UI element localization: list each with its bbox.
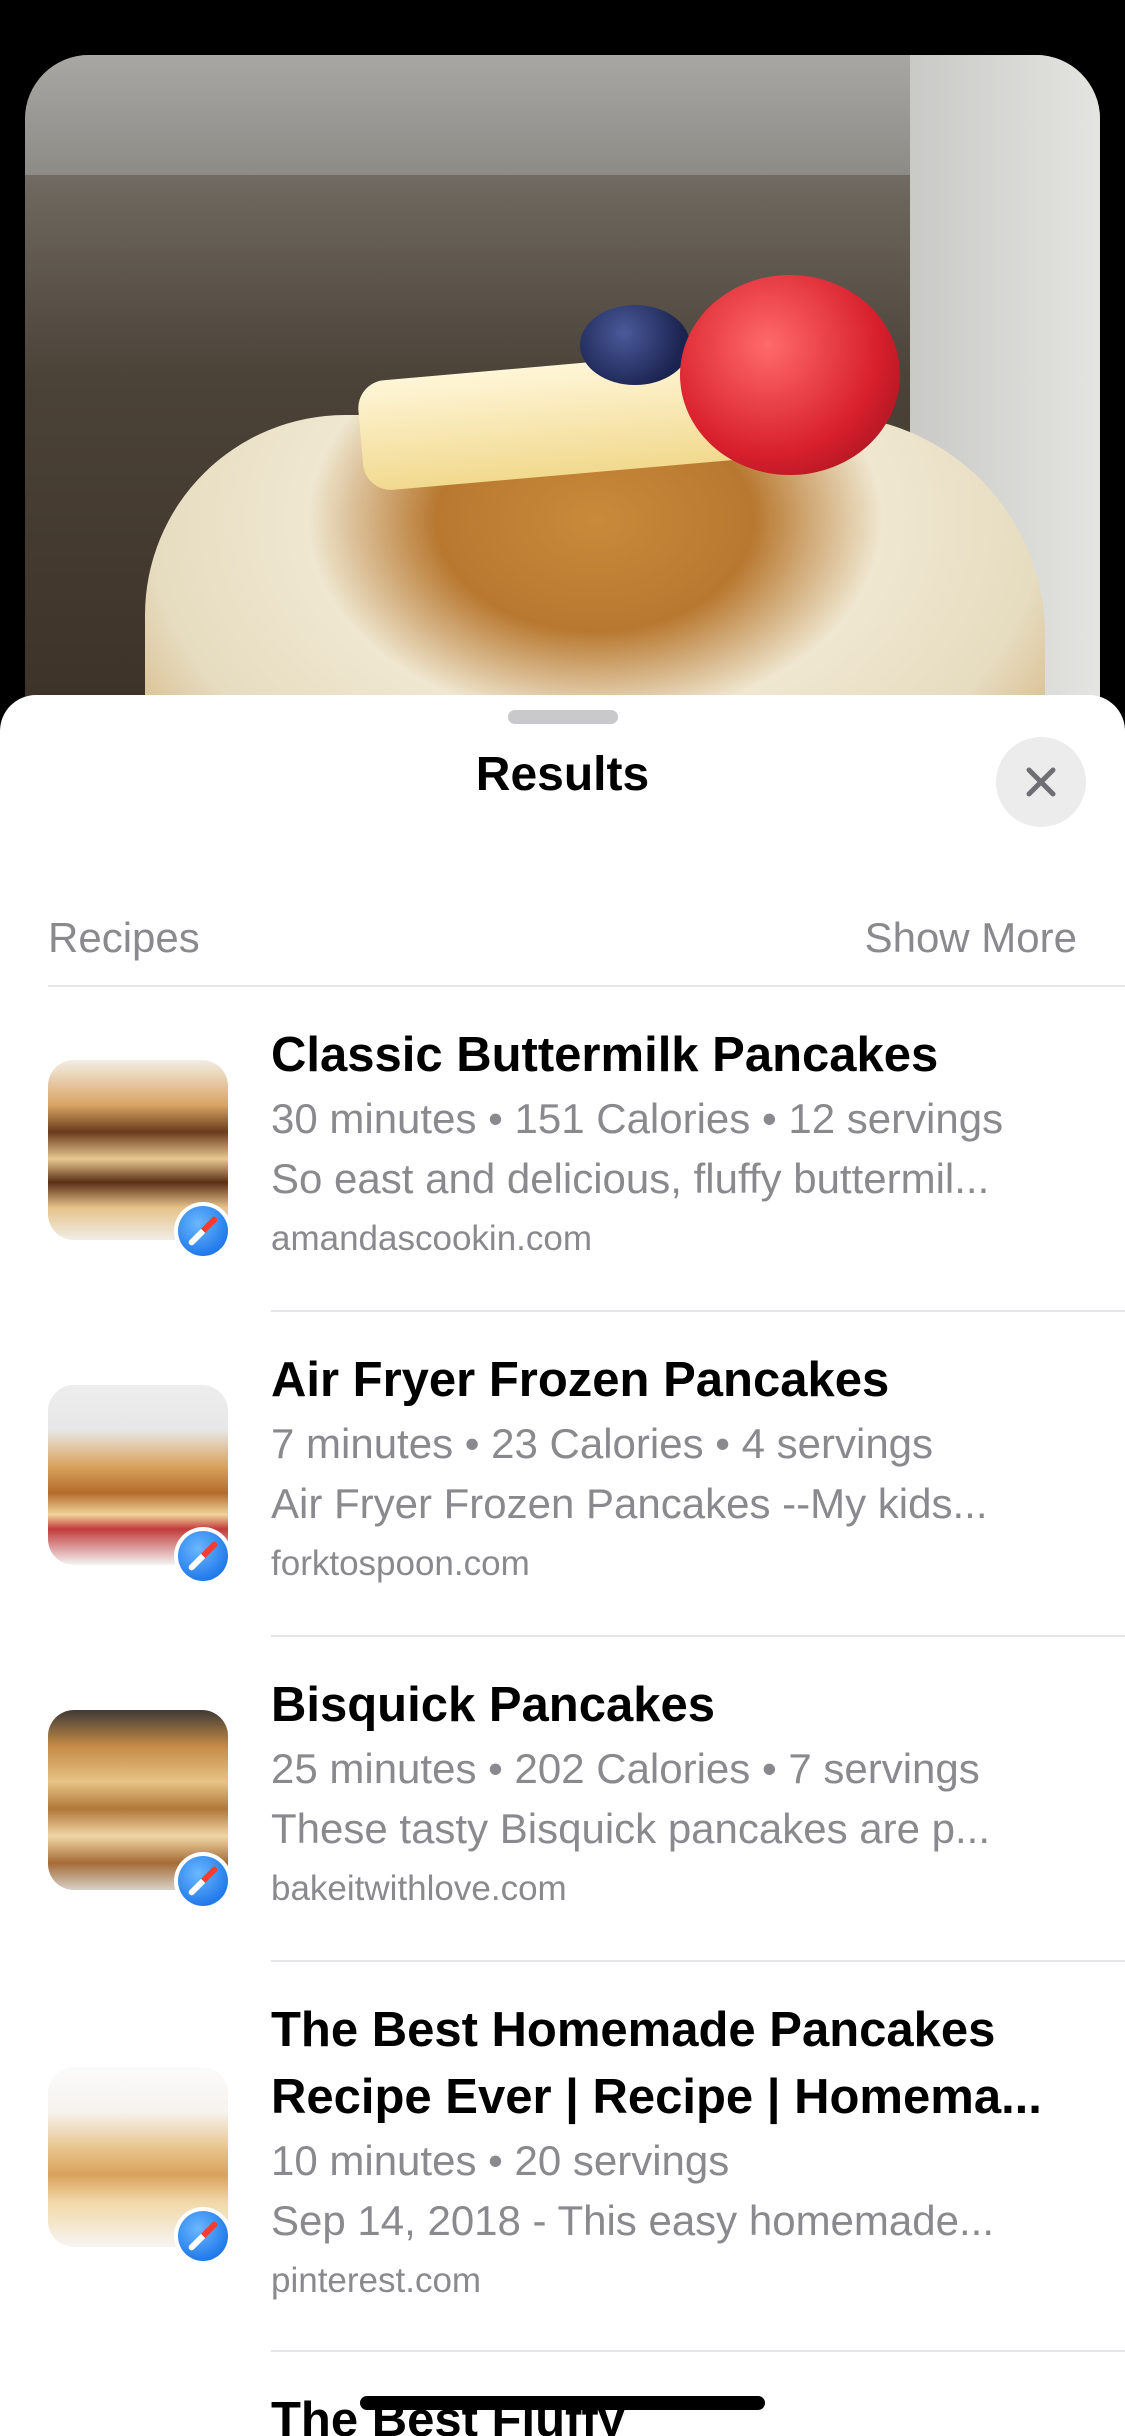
recipe-result-text: The Best Homemade Pancakes Recipe Ever |… — [271, 1997, 1077, 2311]
recipe-source[interactable]: forktospoon.com — [271, 1534, 1077, 1594]
results-sheet: Results Recipes Show More Classic Butter… — [0, 695, 1125, 2436]
photo-raspberry — [680, 275, 900, 475]
recipe-meta: 25 minutes • 202 Calories • 7 servings — [271, 1745, 980, 1792]
recipe-title-line-1: The Best Homemade Pancakes — [271, 2003, 996, 2057]
query-photo — [25, 55, 1100, 775]
recipe-result-text: Classic Buttermilk Pancakes 30 minutes •… — [271, 1022, 1077, 1269]
recipe-result-row[interactable]: The Best Fluffy — [0, 2352, 1125, 2436]
recipe-meta: 7 minutes • 23 Calories • 4 servings — [271, 1420, 934, 1467]
recipe-title: Bisquick Pancakes — [271, 1678, 715, 1732]
safari-icon — [174, 2207, 232, 2265]
recipe-result-row[interactable]: Classic Buttermilk Pancakes 30 minutes •… — [0, 987, 1125, 1312]
recipe-title: Air Fryer Frozen Pancakes — [271, 1353, 890, 1407]
section-label: Recipes — [48, 914, 200, 961]
recipe-description: So east and delicious, fluffy buttermil.… — [271, 1155, 990, 1202]
show-more-button[interactable]: Show More — [865, 914, 1077, 962]
recipe-description: Sep 14, 2018 - This easy homemade... — [271, 2197, 994, 2244]
recipe-title-line-2: Recipe Ever | Recipe | Homema... — [271, 2070, 1042, 2124]
recipe-result-text: The Best Fluffy — [271, 2387, 1077, 2436]
safari-icon — [174, 1852, 232, 1910]
recipes-section-header: Recipes Show More — [48, 908, 1077, 968]
recipe-results-list: Classic Buttermilk Pancakes 30 minutes •… — [0, 987, 1125, 2436]
recipe-result-row[interactable]: Bisquick Pancakes 25 minutes • 202 Calor… — [0, 1637, 1125, 1962]
sheet-grabber[interactable] — [508, 710, 618, 724]
recipe-meta: 10 minutes • 20 servings — [271, 2137, 730, 2184]
recipe-description: Air Fryer Frozen Pancakes --My kids... — [271, 1480, 988, 1527]
recipe-source[interactable]: amandascookin.com — [271, 1209, 1077, 1269]
sheet-title: Results — [475, 748, 650, 801]
safari-icon — [174, 1527, 232, 1585]
recipe-result-row[interactable]: The Best Homemade Pancakes Recipe Ever |… — [0, 1962, 1125, 2352]
safari-icon — [174, 1202, 232, 1260]
recipe-source[interactable]: pinterest.com — [271, 2251, 1077, 2311]
recipe-title: Classic Buttermilk Pancakes — [271, 1028, 939, 1082]
recipe-meta: 30 minutes • 151 Calories • 12 servings — [271, 1095, 1004, 1142]
recipe-source[interactable]: bakeitwithlove.com — [271, 1859, 1077, 1919]
recipe-result-row[interactable]: Air Fryer Frozen Pancakes 7 minutes • 23… — [0, 1312, 1125, 1637]
photo-blueberry — [580, 305, 690, 385]
recipe-title: The Best Fluffy — [271, 2393, 625, 2436]
close-icon — [1026, 767, 1056, 797]
close-button[interactable] — [996, 737, 1086, 827]
recipe-result-text: Air Fryer Frozen Pancakes 7 minutes • 23… — [271, 1347, 1077, 1594]
home-indicator[interactable] — [360, 2396, 765, 2410]
recipe-result-text: Bisquick Pancakes 25 minutes • 202 Calor… — [271, 1672, 1077, 1919]
recipe-description: These tasty Bisquick pancakes are p... — [271, 1805, 991, 1852]
